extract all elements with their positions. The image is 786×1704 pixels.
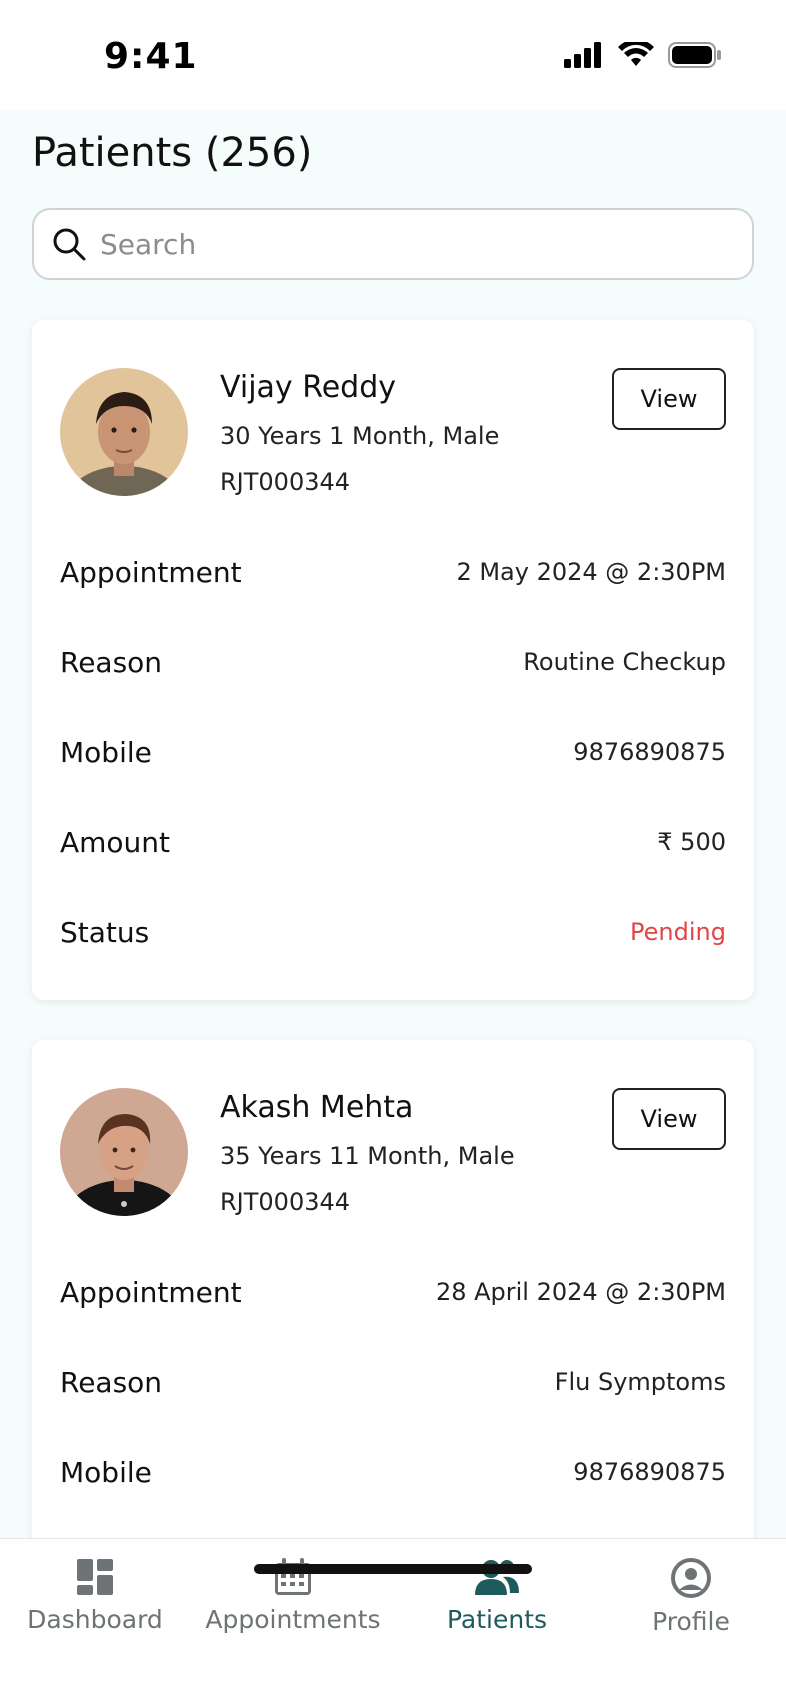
nav-item-profile[interactable]: Profile [596, 1557, 786, 1636]
battery-icon [668, 42, 721, 68]
cellular-signal-icon [564, 42, 601, 68]
field-value: Flu Symptoms [554, 1368, 726, 1396]
field-value: ₹ 500 [657, 828, 726, 856]
field-label: Mobile [60, 1455, 152, 1489]
patient-name: Akash Mehta [220, 1090, 414, 1125]
view-button[interactable]: View [612, 368, 726, 430]
profile-icon [671, 1558, 711, 1598]
avatar [60, 368, 188, 496]
bottom-nav: Dashboard Appointments Patients Profile [0, 1538, 786, 1704]
nav-label: Appointments [205, 1605, 381, 1634]
field-value: Routine Checkup [523, 648, 726, 676]
search-icon [53, 228, 86, 261]
status-time: 9:41 [104, 36, 198, 77]
reason-row: Reason Flu Symptoms [60, 1362, 726, 1402]
nav-label: Dashboard [27, 1605, 163, 1634]
status-icons [564, 42, 722, 68]
home-indicator [254, 1564, 532, 1574]
field-value: 28 April 2024 @ 2:30PM [435, 1278, 726, 1306]
field-label: Mobile [60, 735, 152, 769]
patient-age-gender: 30 Years 1 Month, Male [220, 422, 500, 450]
mobile-row: Mobile 9876890875 [60, 1452, 726, 1492]
view-button[interactable]: View [612, 1088, 726, 1150]
patients-icon [475, 1560, 519, 1595]
field-value: 9876890875 [573, 738, 726, 766]
field-value: 9876890875 [573, 1458, 726, 1486]
main-content: Patients (256) Vijay Reddy 30 Years 1 Mo… [0, 110, 786, 1538]
status-row: Status Pending [60, 912, 726, 952]
field-label: Reason [60, 1365, 163, 1399]
nav-label: Profile [652, 1607, 730, 1636]
wifi-icon [618, 42, 654, 66]
page-title: Patients (256) [32, 130, 313, 176]
patient-id: RJT000344 [220, 468, 351, 496]
field-label: Amount [60, 825, 171, 859]
amount-row: Amount ₹ 500 [60, 822, 726, 862]
field-value: 2 May 2024 @ 2:30PM [456, 558, 726, 586]
patient-id: RJT000344 [220, 1188, 351, 1216]
patient-age-gender: 35 Years 11 Month, Male [220, 1142, 515, 1170]
avatar [60, 1088, 188, 1216]
nav-label: Patients [446, 1605, 548, 1634]
field-label: Status [60, 915, 150, 949]
dashboard-icon [77, 1559, 113, 1595]
field-label: Appointment [60, 555, 242, 589]
nav-item-dashboard[interactable]: Dashboard [0, 1557, 190, 1634]
reason-row: Reason Routine Checkup [60, 642, 726, 682]
field-label: Reason [60, 645, 163, 679]
appointment-row: Appointment 28 April 2024 @ 2:30PM [60, 1272, 726, 1312]
field-label: Appointment [60, 1275, 242, 1309]
mobile-row: Mobile 9876890875 [60, 732, 726, 772]
calendar-icon [275, 1558, 311, 1595]
patient-name: Vijay Reddy [220, 370, 397, 405]
search-box[interactable] [32, 208, 754, 280]
status-badge: Pending [630, 918, 726, 946]
search-input[interactable] [100, 227, 700, 261]
appointment-row: Appointment 2 May 2024 @ 2:30PM [60, 552, 726, 592]
status-bar: 9:41 [0, 0, 786, 110]
patient-card: Akash Mehta 35 Years 11 Month, Male RJT0… [32, 1040, 754, 1538]
patient-card: Vijay Reddy 30 Years 1 Month, Male RJT00… [32, 320, 754, 1000]
